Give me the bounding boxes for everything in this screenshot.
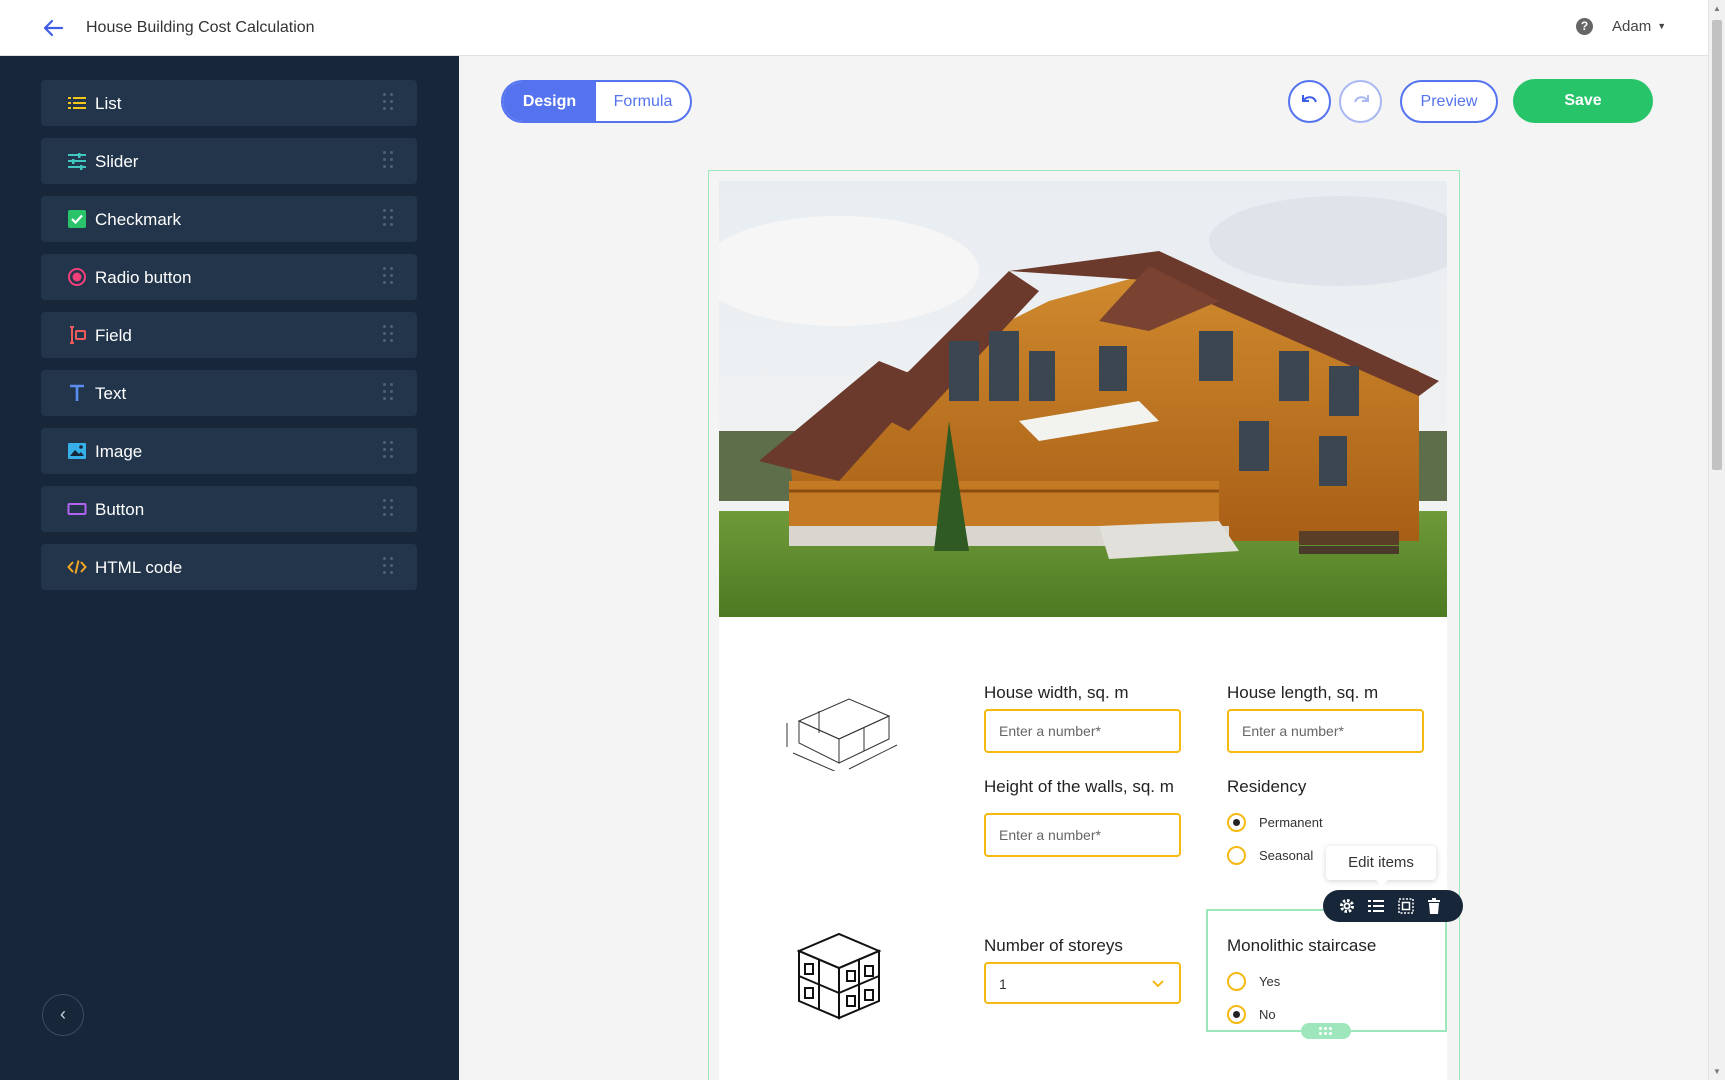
- palette-item-list[interactable]: List: [41, 80, 417, 126]
- edit-items-list-icon[interactable]: [1367, 897, 1385, 915]
- drag-handle-icon[interactable]: [383, 499, 395, 519]
- house-length-label: House length, sq. m: [1227, 683, 1379, 702]
- radio-label: Seasonal: [1259, 848, 1314, 863]
- tab-formula[interactable]: Formula: [596, 82, 690, 121]
- chevron-left-icon: ‹: [60, 1004, 66, 1024]
- settings-gear-icon[interactable]: [1338, 897, 1356, 915]
- resize-handle[interactable]: [1301, 1023, 1351, 1039]
- save-button[interactable]: Save: [1513, 79, 1653, 123]
- palette-item-button[interactable]: Button: [41, 486, 417, 532]
- scroll-down-icon[interactable]: ▼: [1713, 1067, 1721, 1076]
- button-icon: [67, 503, 87, 515]
- mode-toggle: Design Formula: [501, 80, 692, 123]
- tab-design[interactable]: Design: [503, 82, 596, 121]
- palette-item-label: Button: [95, 500, 145, 519]
- palette-item-label: Checkmark: [95, 210, 181, 229]
- radio-icon: [68, 268, 86, 286]
- palette-item-label: Image: [95, 442, 143, 461]
- chevron-down-icon: [1152, 980, 1164, 988]
- wall-height-label: Height of the walls, sq. m: [984, 777, 1174, 796]
- storeys-select-value: 1: [999, 976, 1007, 992]
- palette-item-checkmark[interactable]: Checkmark: [41, 196, 417, 242]
- drag-handle-icon[interactable]: [383, 441, 395, 461]
- palette-item-label: List: [95, 94, 122, 113]
- redo-icon: [1354, 95, 1369, 103]
- palette-item-slider[interactable]: Slider: [41, 138, 417, 184]
- palette-item-radio-button[interactable]: Radio button: [41, 254, 417, 300]
- undo-button[interactable]: [1288, 80, 1331, 123]
- selected-element-outline[interactable]: [1206, 909, 1447, 1032]
- page-scrollbar[interactable]: ▲ ▼: [1708, 0, 1725, 1080]
- top-bar: House Building Cost Calculation ? Adam ▼: [0, 0, 1708, 56]
- storeys-select[interactable]: 1: [984, 962, 1181, 1004]
- list-icon: [68, 97, 86, 109]
- residency-label: Residency: [1227, 777, 1307, 796]
- edit-items-tooltip: Edit items: [1326, 846, 1436, 886]
- house-width-input[interactable]: [984, 709, 1181, 753]
- palette-item-html-code[interactable]: HTML code: [41, 544, 417, 590]
- palette-item-label: Field: [95, 326, 132, 345]
- collapse-sidebar-button[interactable]: ‹: [42, 994, 84, 1036]
- residency-option-permanent[interactable]: Permanent: [1227, 813, 1347, 833]
- storeys-label: Number of storeys: [984, 936, 1123, 955]
- drag-handle-icon[interactable]: [383, 209, 395, 229]
- help-icon[interactable]: ?: [1576, 18, 1593, 35]
- drag-handle-icon[interactable]: [383, 267, 395, 287]
- drag-handle-icon[interactable]: [383, 151, 395, 171]
- back-arrow-icon[interactable]: [40, 16, 66, 40]
- checkmark-icon: [68, 210, 86, 228]
- text-icon: [70, 384, 84, 401]
- user-name: Adam: [1612, 18, 1652, 35]
- duplicate-icon[interactable]: [1397, 897, 1415, 915]
- image-icon: [68, 443, 86, 459]
- drag-handle-icon[interactable]: [383, 325, 395, 345]
- scroll-up-icon[interactable]: ▲: [1713, 4, 1721, 13]
- wall-height-input[interactable]: [984, 813, 1181, 857]
- undo-icon: [1302, 95, 1317, 103]
- radio-label: Permanent: [1259, 815, 1323, 830]
- two-storey-house-illustration: [796, 932, 882, 1020]
- house-length-input[interactable]: [1227, 709, 1424, 753]
- palette-item-field[interactable]: Field: [41, 312, 417, 358]
- palette-item-text[interactable]: Text: [41, 370, 417, 416]
- house-photo[interactable]: [719, 181, 1447, 617]
- html-code-icon: [67, 560, 87, 574]
- scroll-thumb[interactable]: [1712, 20, 1722, 470]
- trash-icon[interactable]: [1425, 897, 1443, 915]
- element-palette-sidebar: List Slider Checkmark Radio button Field: [0, 56, 459, 1080]
- palette-item-label: HTML code: [95, 558, 183, 577]
- redo-button[interactable]: [1339, 80, 1382, 123]
- palette-item-label: Radio button: [95, 268, 192, 287]
- slider-icon: [68, 153, 86, 170]
- house-dimensions-illustration: [786, 698, 898, 771]
- drag-handle-icon[interactable]: [383, 557, 395, 577]
- user-menu[interactable]: Adam ▼: [1612, 18, 1666, 35]
- radio-empty-icon: [1227, 846, 1246, 865]
- drag-handle-icon[interactable]: [383, 383, 395, 403]
- element-toolbar: [1323, 890, 1463, 922]
- palette-item-label: Text: [95, 384, 127, 403]
- palette-item-image[interactable]: Image: [41, 428, 417, 474]
- radio-selected-icon: [1227, 813, 1246, 832]
- page-title: House Building Cost Calculation: [86, 19, 315, 36]
- preview-button[interactable]: Preview: [1400, 80, 1498, 123]
- house-width-label: House width, sq. m: [984, 683, 1129, 702]
- drag-handle-icon[interactable]: [383, 93, 395, 113]
- palette-item-label: Slider: [95, 152, 139, 171]
- caret-down-icon: ▼: [1657, 21, 1667, 31]
- field-icon: [70, 326, 86, 344]
